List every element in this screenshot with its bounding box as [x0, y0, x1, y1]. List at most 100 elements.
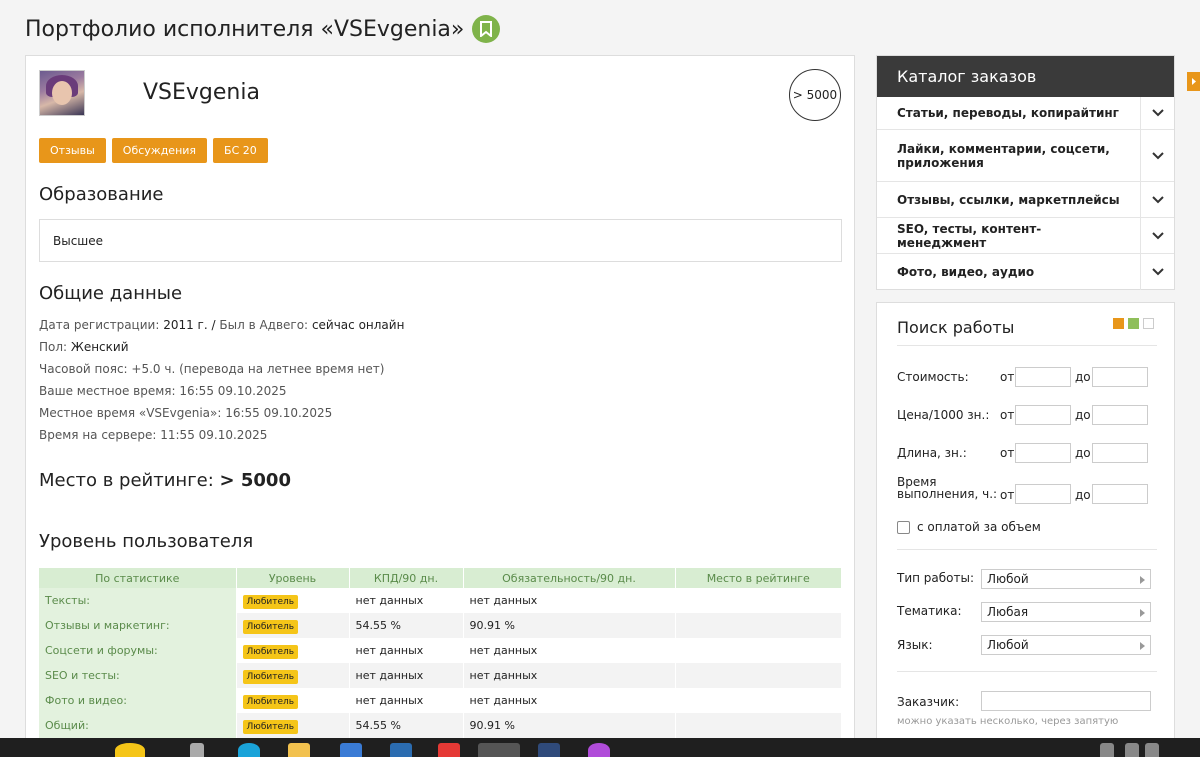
tray-icon[interactable] — [1145, 743, 1159, 757]
chevron-down-icon[interactable] — [1140, 218, 1174, 253]
row-level: Любитель — [236, 613, 350, 638]
row-duty: нет данных — [463, 638, 676, 663]
weather-icon[interactable] — [115, 743, 145, 757]
divider — [897, 671, 1157, 672]
app-icon[interactable] — [538, 743, 560, 757]
to-label: до — [1075, 370, 1091, 384]
avatar[interactable] — [39, 70, 85, 116]
time-from-input[interactable] — [1015, 484, 1071, 504]
level-table: По статистике Уровень КПД/90 дн. Обязате… — [39, 568, 842, 738]
to-label: до — [1075, 408, 1091, 422]
row-place — [675, 688, 842, 713]
column-header: Уровень — [236, 568, 350, 588]
catalog-item-likes[interactable]: Лайки, комментарии, соцсети, приложения — [877, 130, 1174, 182]
row-duty: 90.91 % — [463, 713, 676, 738]
price-from-input[interactable] — [1015, 405, 1071, 425]
view-orange-icon[interactable] — [1113, 318, 1124, 329]
store-icon[interactable] — [340, 743, 362, 757]
length-to-input[interactable] — [1092, 443, 1148, 463]
row-place — [675, 713, 842, 738]
folder-icon[interactable] — [288, 743, 310, 757]
view-switcher — [1113, 318, 1154, 329]
row-kpd: 54.55 % — [349, 713, 464, 738]
work-type-select[interactable]: Любой — [981, 569, 1151, 589]
column-header: По статистике — [39, 568, 237, 588]
row-duty: 90.91 % — [463, 613, 676, 638]
row-duty: нет данных — [463, 663, 676, 688]
level-badge: Любитель — [242, 645, 299, 659]
discussions-button[interactable]: Обсуждения — [111, 138, 208, 163]
chevron-down-icon[interactable] — [1140, 182, 1174, 217]
volume-payment-checkbox[interactable] — [897, 521, 910, 534]
catalog-heading: Каталог заказов — [877, 56, 1174, 97]
time-to-input[interactable] — [1092, 484, 1148, 504]
app-icon[interactable] — [588, 743, 610, 757]
topic-label: Тематика: — [897, 604, 962, 618]
row-category: Фото и видео: — [39, 688, 237, 713]
job-search-panel: Поиск работы Стоимость: от до Цена/1000 … — [876, 302, 1175, 742]
tray-icon[interactable] — [1125, 743, 1139, 757]
user-time-line: Местное время «VSEvgenia»: 16:55 09.10.2… — [39, 406, 333, 420]
reviews-button[interactable]: Отзывы — [39, 138, 106, 163]
row-kpd: нет данных — [349, 638, 464, 663]
from-label: от — [1000, 446, 1015, 460]
general-heading: Общие данные — [39, 283, 183, 304]
table-row: Общий: Любитель 54.55 % 90.91 % — [39, 713, 842, 738]
column-header: КПД/90 дн. — [349, 568, 464, 588]
cost-from-input[interactable] — [1015, 367, 1071, 387]
mail-icon[interactable] — [390, 743, 412, 757]
time-label: Время выполнения, ч.: — [897, 475, 998, 501]
username[interactable]: VSEvgenia — [143, 80, 260, 105]
from-label: от — [1000, 488, 1015, 502]
caret-right-icon — [1140, 576, 1145, 584]
chevron-down-icon[interactable] — [1140, 97, 1174, 129]
cost-to-input[interactable] — [1092, 367, 1148, 387]
catalog-item-articles[interactable]: Статьи, переводы, копирайтинг — [877, 97, 1174, 130]
local-time-line: Ваше местное время: 16:55 09.10.2025 — [39, 384, 287, 398]
gender-line: Пол: Женский — [39, 340, 129, 354]
chevron-down-icon[interactable] — [1140, 254, 1174, 290]
row-place — [675, 588, 842, 613]
tray-icon[interactable] — [1100, 743, 1114, 757]
page-title: Портфолио исполнителя «VSEvgenia» — [25, 15, 501, 43]
from-label: от — [1000, 408, 1015, 422]
row-level: Любитель — [236, 663, 350, 688]
bookmark-icon[interactable] — [472, 15, 501, 43]
catalog-item-photo[interactable]: Фото, видео, аудио — [877, 254, 1174, 290]
bs20-button[interactable]: БС 20 — [213, 138, 268, 163]
row-category: Отзывы и маркетинг: — [39, 613, 237, 638]
view-white-icon[interactable] — [1143, 318, 1154, 329]
catalog-item-seo[interactable]: SEO, тесты, контент-менеджмент — [877, 218, 1174, 254]
row-category: Соцсети и форумы: — [39, 638, 237, 663]
edge-icon[interactable] — [238, 743, 260, 757]
catalog-item-reviews[interactable]: Отзывы, ссылки, маркетплейсы — [877, 182, 1174, 218]
side-panel-toggle[interactable] — [1187, 72, 1200, 91]
row-level: Любитель — [236, 713, 350, 738]
table-row: Соцсети и форумы: Любитель нет данных не… — [39, 638, 842, 663]
price-to-input[interactable] — [1092, 405, 1148, 425]
active-app-icon[interactable] — [478, 743, 520, 757]
table-row: SEO и тесты: Любитель нет данных нет дан… — [39, 663, 842, 688]
length-from-input[interactable] — [1015, 443, 1071, 463]
customer-label: Заказчик: — [897, 695, 960, 709]
row-category: SEO и тесты: — [39, 663, 237, 688]
education-value: Высшее — [53, 233, 104, 248]
row-duty: нет данных — [463, 688, 676, 713]
chevron-down-icon[interactable] — [1140, 130, 1174, 181]
cost-label: Стоимость: — [897, 370, 969, 384]
row-level: Любитель — [236, 688, 350, 713]
view-green-icon[interactable] — [1128, 318, 1139, 329]
yandex-icon[interactable] — [438, 743, 460, 757]
language-select[interactable]: Любой — [981, 635, 1151, 655]
table-header-row: По статистике Уровень КПД/90 дн. Обязате… — [39, 568, 842, 588]
general-info: Дата регистрации: 2011 г. / Был в Адвего… — [39, 314, 404, 446]
row-place — [675, 613, 842, 638]
topic-select[interactable]: Любая — [981, 602, 1151, 622]
customer-input[interactable] — [981, 691, 1151, 711]
profile-card: VSEvgenia > 5000 Отзывы Обсуждения БС 20… — [25, 55, 855, 755]
row-level: Любитель — [236, 588, 350, 613]
task-view-icon[interactable] — [190, 743, 204, 757]
row-place — [675, 638, 842, 663]
rank-line: Место в рейтинге: > 5000 — [39, 470, 291, 491]
rating-badge: > 5000 — [789, 69, 841, 121]
